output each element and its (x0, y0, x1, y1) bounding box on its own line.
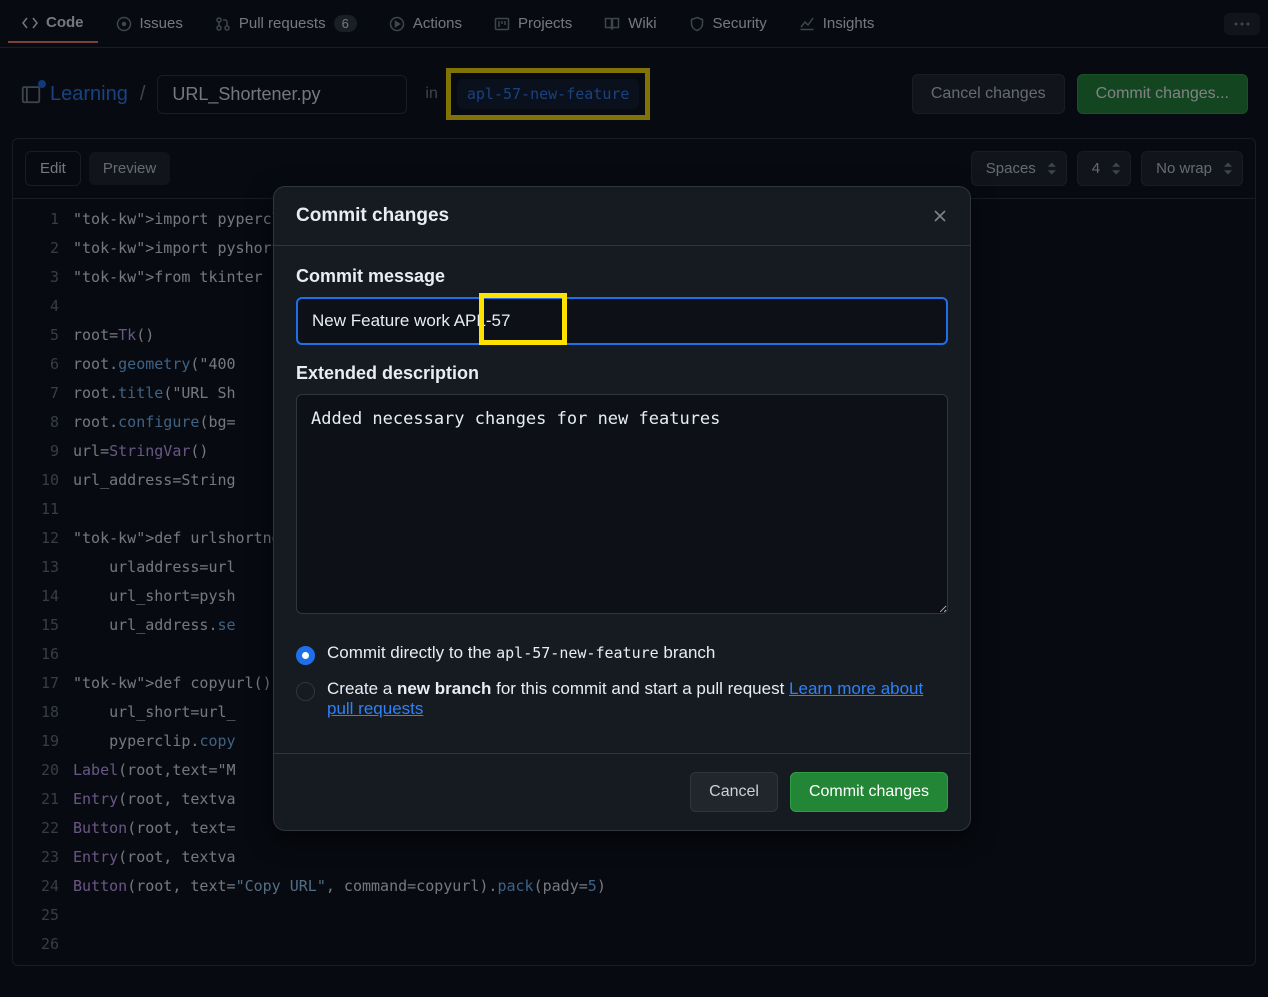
radio-commit-direct[interactable]: Commit directly to the apl-57-new-featur… (296, 643, 948, 665)
modal-commit-button[interactable]: Commit changes (790, 772, 948, 812)
commit-changes-button[interactable]: Commit changes... (1077, 74, 1248, 114)
tab-insights[interactable]: Insights (785, 5, 889, 42)
tab-code[interactable]: Code (8, 4, 98, 43)
editor-tab-edit[interactable]: Edit (25, 151, 81, 186)
tab-issues[interactable]: Issues (102, 5, 197, 42)
overflow-menu-button[interactable] (1224, 13, 1260, 35)
play-icon (389, 16, 405, 32)
branch-badge: apl-57-new-feature (457, 79, 640, 109)
issue-icon (116, 16, 132, 32)
tab-projects[interactable]: Projects (480, 5, 586, 42)
wrap-select[interactable]: No wrap (1141, 151, 1243, 186)
radio-icon (296, 646, 315, 665)
book-icon (604, 16, 620, 32)
modal-title: Commit changes (296, 205, 449, 227)
radio-icon (296, 682, 315, 701)
extended-description-label: Extended description (296, 363, 948, 384)
breadcrumb-slash: / (136, 83, 150, 106)
tab-label: Insights (823, 15, 875, 32)
indent-select[interactable]: Spaces (971, 151, 1067, 186)
commit-message-input[interactable] (296, 297, 948, 345)
graph-icon (799, 16, 815, 32)
code-icon (22, 15, 38, 31)
tab-label: Actions (413, 15, 462, 32)
file-subheader: Learning / in apl-57-new-feature Cancel … (0, 48, 1268, 138)
extended-description-input[interactable] (296, 394, 948, 614)
in-label: in (425, 85, 437, 103)
repo-link[interactable]: Learning (50, 83, 128, 106)
radio-new-branch[interactable]: Create a new branch for this commit and … (296, 679, 948, 719)
tab-label: Security (713, 15, 767, 32)
line-gutter: 1234567891011121314151617181920212223242… (13, 199, 73, 965)
commit-message-label: Commit message (296, 266, 948, 287)
commit-modal: Commit changes Commit message Extended d… (273, 186, 971, 831)
tab-wiki[interactable]: Wiki (590, 5, 670, 42)
modified-indicator-icon (38, 80, 46, 88)
tab-pulls[interactable]: Pull requests 6 (201, 5, 371, 42)
shield-icon (689, 16, 705, 32)
cancel-changes-button[interactable]: Cancel changes (912, 74, 1065, 114)
tab-actions[interactable]: Actions (375, 5, 476, 42)
indent-size-select[interactable]: 4 (1077, 151, 1131, 186)
tab-label: Projects (518, 15, 572, 32)
close-icon[interactable] (932, 208, 948, 224)
tab-label: Issues (140, 15, 183, 32)
pullrequest-icon (215, 16, 231, 32)
editor-tab-preview[interactable]: Preview (89, 152, 170, 185)
filename-input[interactable] (157, 75, 407, 114)
tab-label: Pull requests (239, 15, 326, 32)
repo-tabnav: Code Issues Pull requests 6 Actions Proj… (0, 0, 1268, 48)
pulls-count-badge: 6 (334, 15, 357, 32)
project-icon (494, 16, 510, 32)
tab-security[interactable]: Security (675, 5, 781, 42)
tab-label: Wiki (628, 15, 656, 32)
modal-cancel-button[interactable]: Cancel (690, 772, 778, 812)
radio-label: Create a new branch for this commit and … (327, 679, 948, 719)
repo-icon (20, 83, 42, 105)
radio-label: Commit directly to the apl-57-new-featur… (327, 643, 715, 663)
tab-label: Code (46, 14, 84, 31)
branch-highlight: apl-57-new-feature (446, 68, 651, 120)
